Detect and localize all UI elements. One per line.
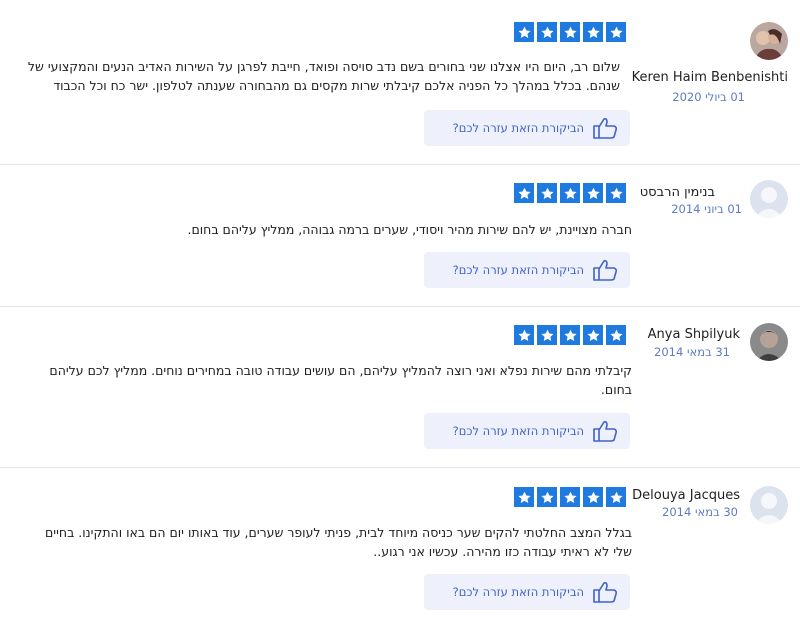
review-text-line: בגלל המצב החלטתי להקים שער כניסה מיוחד ל…: [45, 525, 632, 540]
avatar: [750, 323, 788, 361]
review-text-line: קיבלתי מהם שירות נפלא ואני רוצה להמליץ ע…: [49, 363, 632, 378]
star-rating: [514, 22, 626, 42]
review-text-line: שלום רב, היום היו אצלנו שני בחורים בשם נ…: [27, 59, 620, 74]
star-icon: [560, 22, 580, 42]
review-text: קיבלתי מהם שירות נפלא ואני רוצה להמליץ ע…: [12, 361, 632, 399]
star-icon: [514, 487, 534, 507]
thumbs-up-icon: [593, 260, 618, 281]
star-icon: [514, 325, 534, 345]
avatar: [750, 22, 788, 60]
helpful-label: הביקורת הזאת עזרה לכם?: [452, 585, 584, 599]
review-date: 30 במאי 2014: [662, 505, 738, 519]
divider: [0, 306, 800, 307]
helpful-label: הביקורת הזאת עזרה לכם?: [452, 424, 584, 438]
star-rating: [514, 325, 626, 345]
star-icon: [537, 487, 557, 507]
star-icon: [583, 22, 603, 42]
star-icon: [560, 487, 580, 507]
avatar: [750, 486, 788, 524]
review-author[interactable]: Keren Haim Benbenishti: [632, 70, 788, 85]
star-icon: [514, 22, 534, 42]
review-author[interactable]: Delouya Jacques: [632, 488, 740, 503]
review-text-line: שנהם. בכלל במהלך כל הפניה אלכם קיבלתי שר…: [53, 78, 620, 93]
review-date: 01 ביוני 2014: [671, 202, 742, 216]
review-author[interactable]: Anya Shpilyuk: [648, 327, 740, 342]
review-text: שלום רב, היום היו אצלנו שני בחורים בשם נ…: [10, 57, 620, 95]
helpful-button[interactable]: הביקורת הזאת עזרה לכם?: [424, 252, 630, 288]
star-icon: [606, 325, 626, 345]
star-icon: [606, 22, 626, 42]
divider: [0, 467, 800, 468]
star-rating: [514, 183, 626, 203]
star-icon: [537, 22, 557, 42]
star-icon: [537, 325, 557, 345]
helpful-button[interactable]: הביקורת הזאת עזרה לכם?: [424, 574, 630, 610]
star-icon: [514, 183, 534, 203]
star-icon: [606, 183, 626, 203]
review-text: חברה מצויינת, יש להם שירות מהיר ויסודי, …: [12, 220, 633, 239]
helpful-button[interactable]: הביקורת הזאת עזרה לכם?: [424, 110, 630, 146]
review-text-line: חברה מצויינת, יש להם שירות מהיר ויסודי, …: [187, 222, 633, 237]
thumbs-up-icon: [593, 118, 618, 139]
thumbs-up-icon: [593, 582, 618, 603]
divider: [0, 164, 800, 165]
star-icon: [583, 487, 603, 507]
star-rating: [514, 487, 626, 507]
review-author[interactable]: בנימין הרבסט: [640, 185, 715, 200]
star-icon: [560, 325, 580, 345]
thumbs-up-icon: [593, 421, 618, 442]
star-icon: [560, 183, 580, 203]
review-text-line: בחום.: [600, 382, 632, 397]
star-icon: [606, 487, 626, 507]
avatar: [750, 180, 788, 218]
review-text-line: שלי לא ראיתי עבודה כזו מהירה. עכשיו אני …: [373, 544, 632, 559]
helpful-label: הביקורת הזאת עזרה לכם?: [452, 121, 584, 135]
helpful-label: הביקורת הזאת עזרה לכם?: [452, 263, 584, 277]
star-icon: [537, 183, 557, 203]
star-icon: [583, 325, 603, 345]
star-icon: [583, 183, 603, 203]
helpful-button[interactable]: הביקורת הזאת עזרה לכם?: [424, 413, 630, 449]
review-date: 31 במאי 2014: [654, 345, 730, 359]
review-text: בגלל המצב החלטתי להקים שער כניסה מיוחד ל…: [12, 523, 632, 561]
review-date: 01 ביולי 2020: [672, 90, 745, 104]
